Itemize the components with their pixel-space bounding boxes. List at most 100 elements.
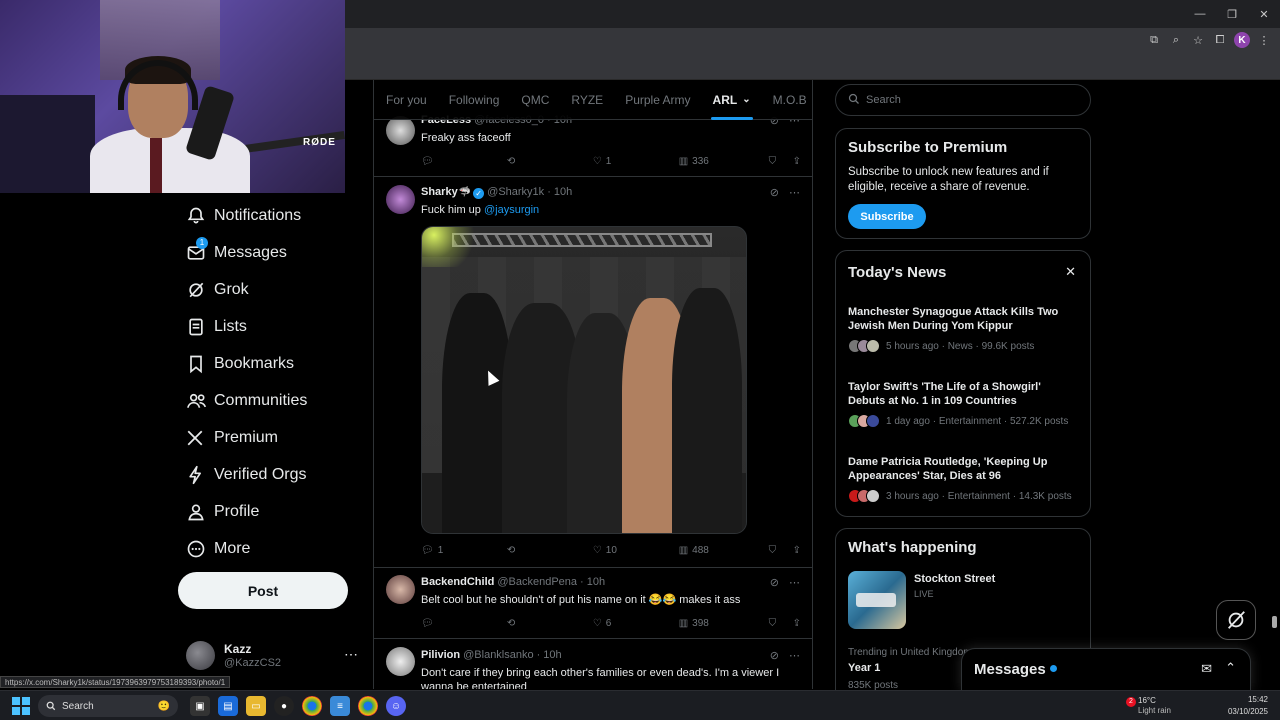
grok-icon[interactable]: ⊘ [770,649,779,662]
bookmark-icon[interactable]: ⛉ [769,618,793,629]
tab-following[interactable]: Following [449,80,500,120]
grok-icon[interactable]: ⊘ [770,576,779,589]
avatar[interactable] [386,185,415,214]
account-switcher[interactable]: Kazz @KazzCS2 ⋯ [186,640,364,674]
scrollbar-thumb[interactable] [1272,616,1277,628]
restore-icon[interactable]: ❐ [1216,0,1248,28]
tweet-author-handle[interactable]: @BackendPena [497,576,577,588]
expand-up-icon[interactable]: ⌃ [1225,660,1236,676]
views-button[interactable]: ▥ 398 [679,618,769,629]
like-button[interactable]: ♡ 10 [593,545,679,556]
taskbar-search[interactable]: Search 🙂 [38,695,178,717]
profile-avatar-icon[interactable]: K [1234,32,1250,48]
tab-ryze[interactable]: RYZE [571,80,603,120]
like-button[interactable]: ♡ 6 [593,618,679,629]
trend-title[interactable]: Year 1 [848,662,880,674]
discord-icon[interactable]: ☺ [386,696,406,716]
live-event-item[interactable]: Stockton Street LIVE [848,571,1080,631]
tab-for-you[interactable]: For you [386,80,427,120]
separator-dot: · [536,649,541,661]
more-dots-icon[interactable]: ⋯ [789,649,800,662]
avatar[interactable] [386,647,415,676]
extensions-icon[interactable]: ⧠ [1212,32,1228,48]
search-input[interactable]: Search [866,94,901,106]
bookmark-icon[interactable]: ⛉ [769,545,793,556]
sidebar-item-messages[interactable]: 1 Messages [178,234,358,271]
retweet-icon[interactable]: ⟲ [507,618,593,629]
system-clock[interactable]: 15:42 03/10/2025 [1228,694,1268,718]
windows-start-icon[interactable] [12,697,30,715]
chrome-alt-icon[interactable] [358,696,378,716]
tweet[interactable]: Sharky🦈 ✓ @Sharky1k · 10h ⊘ ⋯ Fuck him up @ja… [374,177,812,568]
grok-floating-button[interactable] [1216,600,1256,640]
tweet-time[interactable]: 10h [587,576,605,588]
retweet-icon[interactable]: ⟲ [507,545,593,556]
tweet-media-image[interactable] [421,226,747,534]
more-dots-icon[interactable]: ⋯ [789,576,800,589]
tweet-author-name[interactable]: Pilivion [421,649,460,661]
install-app-icon[interactable]: ⧉ [1146,32,1162,48]
zoom-icon[interactable]: ⌕ [1168,32,1184,48]
tweet[interactable]: BackendChild @BackendPena · 10h ⊘ ⋯ Belt coo… [374,568,812,639]
views-button[interactable]: ▥ 488 [679,545,769,556]
news-item[interactable]: Taylor Swift's 'The Life of a Showgirl' … [848,380,1080,428]
chrome-icon[interactable] [302,696,322,716]
sidebar-item-more[interactable]: More [178,530,358,567]
share-icon[interactable]: ⇪ [793,545,801,556]
notes-icon[interactable]: ≡ [330,696,350,716]
post-button[interactable]: Post [178,572,348,609]
tweet-actions: 💬︎ 1 ⟲ ♡ 10 ▥ 488 ⛉ ⇪ [421,543,801,557]
tweet[interactable]: Pilivion @Blanklsanko · 10h ⊘ ⋯ Don't care i… [374,639,812,689]
tweet-author-handle[interactable]: @Sharky1k [487,186,544,198]
messages-drawer[interactable]: Messages ✉ ⌃ [961,648,1251,690]
mention-link[interactable]: @jaysurgin [484,204,539,216]
file-explorer-icon[interactable]: ▭ [246,696,266,716]
search-bar[interactable]: Search [835,84,1091,116]
share-icon[interactable]: ⇪ [793,156,801,167]
sidebar-item-notifications[interactable]: Notifications [178,197,358,234]
minimize-icon[interactable]: ― [1184,0,1216,28]
close-icon[interactable]: ✕ [1248,0,1280,28]
tweet-time[interactable]: 10h [543,649,561,661]
star-icon[interactable]: ☆ [1190,32,1206,48]
more-dots-icon[interactable]: ⋯ [344,646,358,663]
bookmark-icon[interactable]: ⛉ [769,156,793,167]
weather-widget[interactable]: 2 16°C Light rain [1122,695,1182,717]
tab-mob[interactable]: M.O.B [773,80,807,120]
views-button[interactable]: ▥ 336 [679,156,769,167]
avatar[interactable] [386,575,415,604]
more-dots-icon[interactable]: ⋯ [789,186,800,199]
news-item[interactable]: Manchester Synagogue Attack Kills Two Je… [848,305,1080,353]
sidebar-item-profile[interactable]: Profile [178,493,358,530]
like-button[interactable]: ♡ 1 [593,156,679,167]
subscribe-button[interactable]: Subscribe [848,204,926,229]
sidebar-item-grok[interactable]: Grok [178,271,358,308]
reply-button[interactable]: 💬︎ 1 [421,545,507,556]
share-icon[interactable]: ⇪ [793,618,801,629]
news-item[interactable]: Dame Patricia Routledge, 'Keeping Up App… [848,455,1080,503]
app-icon[interactable]: ● [274,696,294,716]
tweet[interactable]: FaceLess @faceless0_0 · 10h ⊘ ⋯ Freaky ass f… [374,110,812,177]
reply-icon[interactable]: 💬︎ [421,618,507,629]
sidebar-item-verified-orgs[interactable]: Verified Orgs [178,456,358,493]
tab-purple-army[interactable]: Purple Army [625,80,690,120]
task-view-icon[interactable]: ▣ [190,696,210,716]
retweet-icon[interactable]: ⟲ [507,156,593,167]
grok-icon[interactable]: ⊘ [770,186,779,199]
sidebar-item-communities[interactable]: Communities [178,382,358,419]
sidebar-item-premium[interactable]: Premium [178,419,358,456]
tweet-author-name[interactable]: BackendChild [421,576,494,588]
tab-qmc[interactable]: QMC [521,80,549,120]
sidebar-item-bookmarks[interactable]: Bookmarks [178,345,358,382]
browser-menu-icon[interactable]: ⋮ [1256,32,1272,48]
store-icon[interactable]: ▤ [218,696,238,716]
close-icon[interactable]: ✕ [1065,264,1076,280]
sidebar-item-lists[interactable]: Lists [178,308,358,345]
avatar[interactable] [386,116,415,145]
tweet-author-handle[interactable]: @Blanklsanko [463,649,533,661]
compose-message-icon[interactable]: ✉ [1201,661,1212,677]
tweet-author-name[interactable]: Sharky [421,186,458,198]
tab-arl[interactable]: ARL ⌄ [710,80,753,120]
tweet-time[interactable]: 10h [554,186,572,198]
reply-icon[interactable]: 💬︎ [421,156,507,167]
